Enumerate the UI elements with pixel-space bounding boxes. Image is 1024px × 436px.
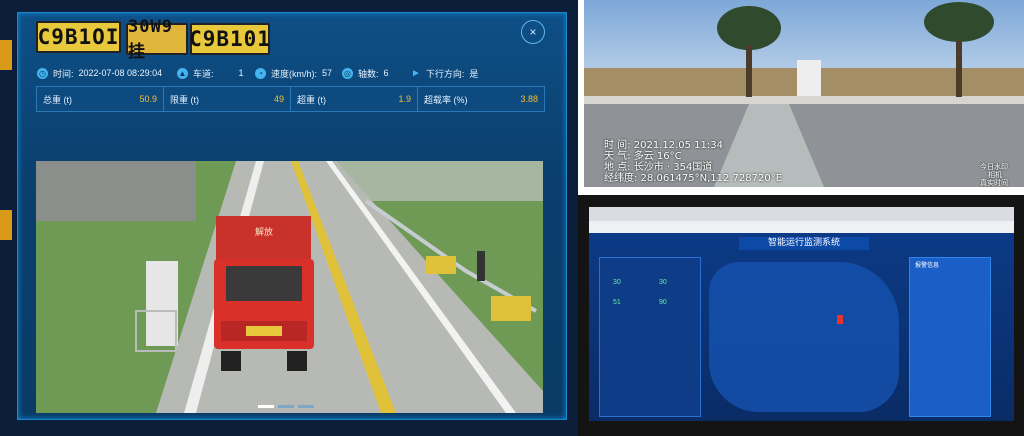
stat-value: 3.88: [520, 94, 538, 104]
alarm-panel: [909, 257, 991, 417]
clock-icon: ◷: [37, 67, 48, 79]
watermark-brand: 今日水印: [980, 163, 1008, 171]
lane-info: ▲ 车道: 1: [177, 66, 244, 80]
speed-value: 57: [322, 68, 333, 78]
watermark-camera: 相机: [988, 171, 1002, 179]
direction-label: 下行方向:: [425, 68, 465, 79]
carousel-indicator: [258, 405, 314, 408]
time-info: ◷ 时间: 2022-07-08 08:29:04: [37, 66, 162, 80]
browser-tab-bar: [589, 207, 1014, 221]
plate-image-side: C9B101: [189, 23, 270, 55]
speed-info: ◔ 速度(km/h): 57: [255, 66, 332, 80]
stat-value: 50.9: [139, 94, 157, 104]
axle-label: 轴数:: [358, 68, 379, 79]
side-tab[interactable]: [0, 40, 12, 70]
plate-image-front: C9B1OI: [36, 21, 121, 53]
plate-image-rear: 30W9挂: [126, 17, 188, 62]
road-scene-image: 解放: [36, 161, 543, 413]
carousel-dot[interactable]: [258, 405, 274, 408]
browser-address-bar[interactable]: [589, 221, 1014, 233]
photo-coordinates: 经纬度: 28.061475°N,112.728720°E: [604, 173, 783, 184]
side-tab[interactable]: [0, 210, 12, 240]
camera-snapshot[interactable]: 解放: [36, 161, 543, 413]
weight-stats: 总重 (t) 50.9 限重 (t) 49 超重 (t) 1.9 超载率 (%) 3.8…: [36, 86, 545, 112]
wall-monitor: 智能运行监测系统 30 30 51 90 报警信息: [578, 195, 1024, 436]
stat-value: 49: [273, 94, 284, 104]
carousel-dot[interactable]: [298, 405, 314, 408]
over-weight-cell: 超重 (t) 1.9: [291, 87, 418, 111]
close-button[interactable]: ×: [521, 20, 545, 44]
count-a: 30: [613, 279, 621, 286]
map-pin-icon[interactable]: [837, 315, 843, 324]
carousel-dot[interactable]: [278, 405, 294, 408]
site-photo: 时 间: 2021.12.05 11:34 天 气: 多云 16°C 地 点: …: [584, 0, 1024, 187]
arrow-right-icon: ►: [411, 67, 421, 79]
photo-time: 时 间: 2021.12.05 11:34: [604, 140, 723, 151]
count-c: 51: [613, 299, 621, 306]
stat-label: 限重 (t): [170, 94, 199, 105]
time-value: 2022-07-08 08:29:04: [78, 68, 163, 78]
limit-weight-cell: 限重 (t) 49: [164, 87, 291, 111]
speedometer-icon: ◔: [255, 67, 266, 79]
stat-label: 超载率 (%): [424, 94, 468, 105]
truck-cab-text: 解放: [255, 226, 273, 237]
dashboard-title: 智能运行监测系统: [739, 237, 869, 250]
lane-label: 车道:: [193, 68, 214, 79]
direction-info: ► 下行方向: 是: [411, 66, 478, 80]
monitor-screen: 智能运行监测系统 30 30 51 90 报警信息: [589, 207, 1014, 421]
photo-weather: 天 气: 多云 16°C: [604, 151, 682, 162]
road-icon: ▲: [177, 67, 188, 79]
axle-icon: ◎: [342, 67, 353, 79]
count-b: 30: [659, 279, 667, 286]
direction-value: 是: [469, 68, 479, 79]
axle-value: 6: [383, 68, 389, 78]
photo-location: 地 点: 长沙市 · 354国道: [604, 162, 713, 173]
stat-value: 1.9: [398, 94, 411, 104]
overload-rate-cell: 超载率 (%) 3.88: [418, 87, 544, 111]
speed-label: 速度(km/h):: [271, 68, 317, 79]
watermark-real-time: 真实时间: [980, 179, 1008, 187]
count-d: 90: [659, 299, 667, 306]
time-label: 时间:: [53, 68, 74, 79]
stat-label: 超重 (t): [297, 94, 326, 105]
lane-value: 1: [238, 68, 244, 78]
total-weight-cell: 总重 (t) 50.9: [37, 87, 164, 111]
axle-info: ◎ 轴数: 6: [342, 66, 389, 80]
region-map[interactable]: [709, 262, 899, 412]
alarm-panel-title: 报警信息: [915, 263, 940, 269]
stat-label: 总重 (t): [43, 94, 72, 105]
